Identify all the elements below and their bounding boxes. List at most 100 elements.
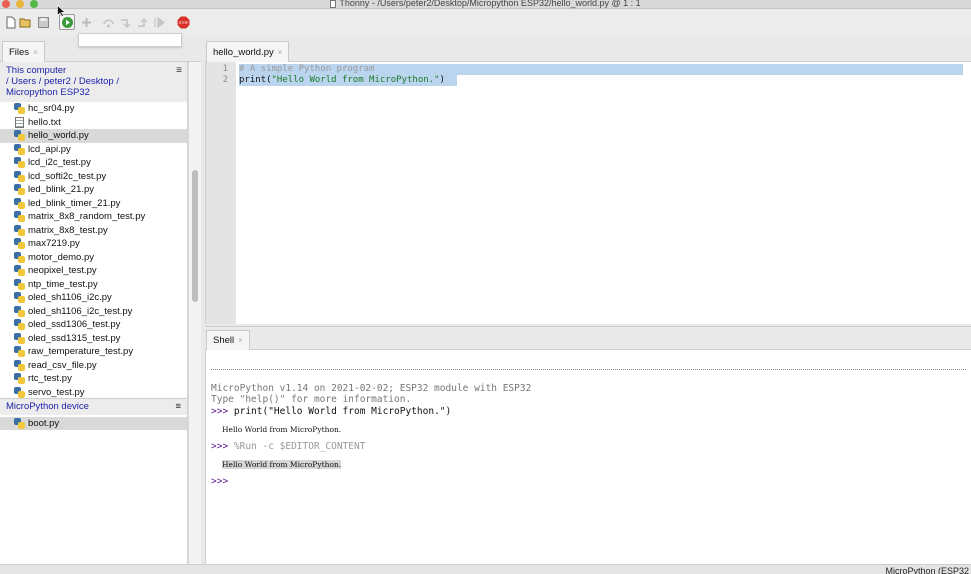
list-item[interactable]: boot.py (0, 417, 187, 430)
list-item[interactable]: oled_sh1106_i2c.py (0, 291, 187, 305)
menu-icon[interactable]: ≡ (176, 65, 182, 76)
shell-tabbar: Shell × (205, 326, 971, 350)
save-icon[interactable] (37, 16, 50, 29)
code-line-1[interactable]: # A simple Python program (239, 64, 963, 75)
shell-input-line[interactable]: >>> (211, 476, 228, 487)
list-item[interactable]: hc_sr04.py (0, 102, 187, 116)
close-icon[interactable]: × (238, 336, 243, 345)
code-editor[interactable]: 1 2 # A simple Python program print("Hel… (205, 62, 971, 324)
step-into-icon[interactable] (119, 16, 132, 29)
python-file-icon (14, 305, 25, 317)
list-item[interactable]: oled_ssd1306_test.py (0, 318, 187, 332)
device-title[interactable]: MicroPython device (6, 401, 89, 412)
resume-icon[interactable] (153, 16, 166, 29)
python-file-icon (14, 373, 25, 385)
list-item[interactable]: lcd_i2c_test.py (0, 156, 187, 170)
python-file-icon (14, 346, 25, 358)
list-item[interactable]: matrix_8x8_random_test.py (0, 210, 187, 224)
file-name: rtc_test.py (28, 373, 72, 385)
close-icon[interactable]: × (278, 48, 283, 57)
device-scrollbar[interactable] (188, 398, 201, 564)
list-item[interactable]: raw_temperature_test.py (0, 345, 187, 359)
files-scrollbar-thumb[interactable] (192, 170, 198, 302)
python-file-icon (14, 103, 25, 115)
file-name: hello_world.py (28, 130, 89, 142)
file-name: hc_sr04.py (28, 103, 75, 115)
files-scrollbar[interactable] (188, 62, 201, 398)
file-name: oled_sh1106_i2c.py (28, 292, 112, 304)
file-name: read_csv_file.py (28, 359, 97, 371)
file-name: hello.txt (28, 116, 61, 128)
python-file-icon (14, 418, 25, 429)
shell-banner-line: Type "help()" for more information. (211, 394, 412, 405)
file-name: neopixel_test.py (28, 265, 97, 277)
step-over-icon[interactable] (102, 16, 115, 29)
editor-tabbar: hello_world.py × (205, 40, 971, 62)
list-item[interactable]: max7219.py (0, 237, 187, 251)
list-item[interactable]: ntp_time_test.py (0, 278, 187, 292)
code-area[interactable]: # A simple Python program print("Hello W… (239, 62, 963, 86)
close-icon[interactable]: × (33, 48, 38, 57)
tab-files-label: Files (9, 46, 30, 58)
open-file-icon[interactable] (19, 16, 32, 29)
left-panel: Files × This computer / Users / peter2 /… (0, 40, 201, 564)
list-item[interactable]: neopixel_test.py (0, 264, 187, 278)
list-item[interactable]: servo_test.py (0, 386, 187, 399)
python-file-icon (14, 130, 25, 142)
path-header: This computer / Users / peter2 / Desktop… (0, 62, 187, 102)
text-file-icon (15, 116, 24, 128)
list-item[interactable]: matrix_8x8_test.py (0, 224, 187, 238)
python-file-icon (14, 143, 25, 155)
shell-command: print("Hello World from MicroPython.") (228, 406, 452, 417)
tab-hello-world[interactable]: hello_world.py × (206, 41, 290, 62)
list-item[interactable]: motor_demo.py (0, 251, 187, 265)
shell-prompt: >>> (211, 441, 229, 452)
file-name: led_blink_timer_21.py (28, 197, 121, 209)
python-file-icon (14, 278, 25, 290)
shell-output-wrap: Hello World from MicroPython. (222, 460, 342, 469)
file-name: oled_sh1106_i2c_test.py (28, 305, 133, 317)
this-computer-label[interactable]: This computer (6, 65, 182, 76)
debug-icon[interactable] (80, 16, 93, 29)
shell-output: Hello World from MicroPython. (222, 460, 342, 469)
list-item[interactable]: led_blink_timer_21.py (0, 197, 187, 211)
list-item[interactable]: led_blink_21.py (0, 183, 187, 197)
python-file-icon (14, 157, 25, 169)
python-file-icon (14, 319, 25, 331)
stop-icon[interactable]: STOP (177, 16, 190, 29)
shell-banner-line: MicroPython v1.14 on 2021-02-02; ESP32 m… (211, 383, 532, 394)
window-title-text: Thonny - /Users/peter2/Desktop/Micropyth… (339, 0, 641, 8)
shell-output: Hello World from MicroPython. (222, 425, 342, 434)
list-item[interactable]: hello.txt (0, 116, 187, 130)
code-paren: ) (439, 75, 445, 85)
file-name: boot.py (28, 418, 60, 429)
python-file-icon (14, 211, 25, 223)
list-item[interactable]: oled_sh1106_i2c_test.py (0, 305, 187, 319)
tab-shell-label: Shell (213, 335, 235, 346)
list-item[interactable]: oled_ssd1315_test.py (0, 332, 187, 346)
line-number-gutter: 1 2 (206, 62, 236, 324)
list-item[interactable]: lcd_api.py (0, 143, 187, 157)
list-item[interactable]: rtc_test.py (0, 372, 187, 386)
python-file-icon (14, 332, 25, 344)
file-name: matrix_8x8_random_test.py (28, 211, 146, 223)
list-item[interactable]: hello_world.py (0, 129, 187, 143)
device-header: MicroPython device ≡ (0, 399, 187, 415)
menu-icon[interactable]: ≡ (175, 401, 181, 412)
backend-selector[interactable]: MicroPython (ESP32 (885, 566, 969, 574)
tab-files[interactable]: Files × (2, 41, 45, 62)
step-out-icon[interactable] (136, 16, 149, 29)
file-name: oled_ssd1306_test.py (28, 319, 121, 331)
breadcrumb-current[interactable]: Micropython ESP32 (6, 87, 182, 98)
new-file-icon[interactable] (4, 16, 17, 29)
line-number: 2 (222, 75, 228, 85)
list-item[interactable]: read_csv_file.py (0, 359, 187, 373)
shell-prompt: >>> (211, 406, 229, 417)
file-name: lcd_i2c_test.py (28, 157, 91, 169)
breadcrumb[interactable]: / Users / peter2 / Desktop / (6, 76, 182, 87)
code-line-2[interactable]: print("Hello World from MicroPython.") (239, 75, 457, 86)
shell-command: %Run -c $EDITOR_CONTENT (228, 441, 366, 452)
tab-shell[interactable]: Shell × (206, 330, 250, 350)
shell-console[interactable]: MicroPython v1.14 on 2021-02-02; ESP32 m… (205, 350, 971, 564)
list-item[interactable]: lcd_softi2c_test.py (0, 170, 187, 184)
